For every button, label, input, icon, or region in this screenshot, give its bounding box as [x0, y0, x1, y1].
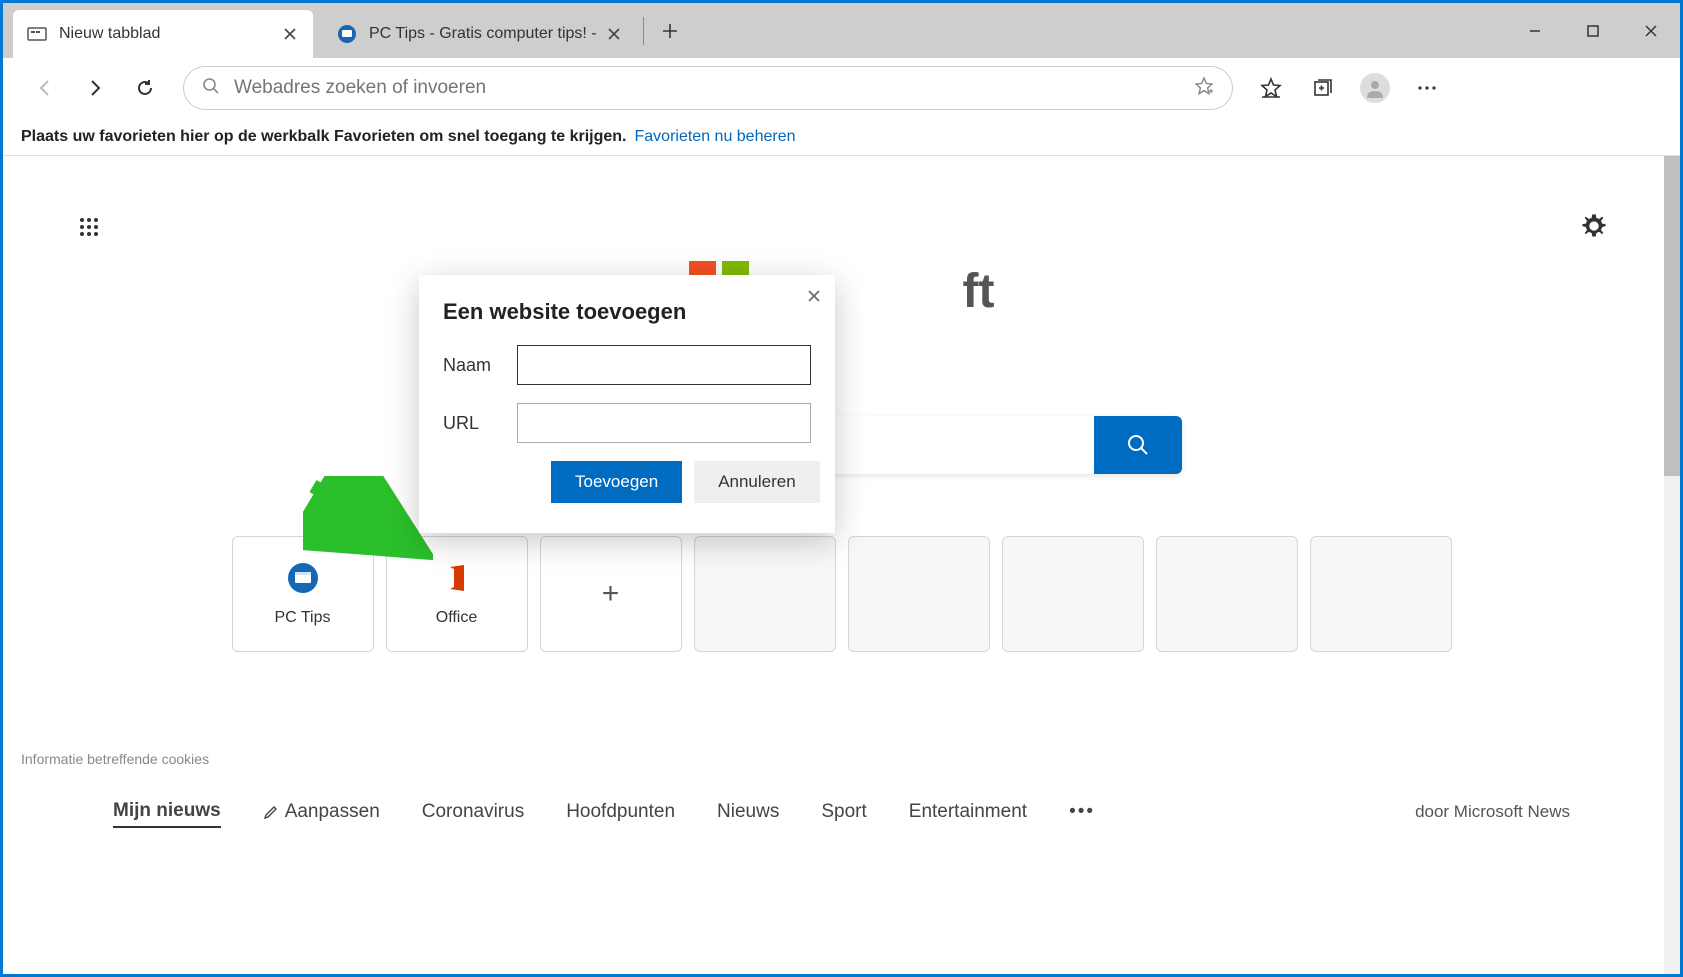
- tile-empty[interactable]: [1002, 536, 1144, 652]
- favorites-button[interactable]: [1249, 66, 1293, 110]
- add-button[interactable]: Toevoegen: [551, 461, 682, 503]
- news-tab-mijnnieuws[interactable]: Mijn nieuws: [113, 796, 221, 828]
- minimize-button[interactable]: [1506, 11, 1564, 51]
- new-tab-button[interactable]: [650, 11, 690, 51]
- tab-icon-newtab: [27, 24, 47, 44]
- navbar: [3, 58, 1680, 118]
- news-tab-coronavirus[interactable]: Coronavirus: [422, 797, 524, 827]
- tile-add-site[interactable]: +: [540, 536, 682, 652]
- news-tab-hoofdpunten[interactable]: Hoofdpunten: [566, 797, 675, 827]
- profile-button[interactable]: [1353, 66, 1397, 110]
- manage-favorites-link[interactable]: Favorieten nu beheren: [635, 128, 796, 146]
- tile-empty[interactable]: [1156, 536, 1298, 652]
- plus-icon: +: [602, 577, 620, 611]
- address-input[interactable]: [234, 77, 1194, 99]
- tab-title: PC Tips - Gratis computer tips! -: [369, 25, 597, 43]
- tab-newtab[interactable]: Nieuw tabblad: [13, 10, 313, 58]
- more-button[interactable]: [1405, 66, 1449, 110]
- favorites-bar: Plaats uw favorieten hier op de werkbalk…: [3, 118, 1680, 156]
- add-website-dialog: Een website toevoegen Naam URL Toevoegen…: [419, 275, 835, 533]
- collections-button[interactable]: [1301, 66, 1345, 110]
- settings-gear-button[interactable]: [1580, 212, 1610, 242]
- tile-pctips[interactable]: PC Tips: [232, 536, 374, 652]
- cancel-button[interactable]: Annuleren: [694, 461, 820, 503]
- url-label: URL: [443, 413, 517, 434]
- tab-close-icon[interactable]: [281, 25, 299, 43]
- news-nav: Mijn nieuws Aanpassen Coronavirus Hoofdp…: [3, 796, 1680, 828]
- scrollbar-track[interactable]: [1664, 156, 1680, 974]
- tile-office[interactable]: Office: [386, 536, 528, 652]
- name-label: Naam: [443, 355, 517, 376]
- newtab-content: ft PC Tips Office +: [3, 156, 1680, 974]
- tab-separator: [643, 17, 644, 45]
- tile-empty[interactable]: [694, 536, 836, 652]
- refresh-button[interactable]: [123, 66, 167, 110]
- news-tab-aanpassen[interactable]: Aanpassen: [263, 797, 380, 827]
- maximize-button[interactable]: [1564, 11, 1622, 51]
- dialog-title: Een website toevoegen: [443, 299, 811, 325]
- logo-text-fragment: ft: [963, 264, 995, 319]
- news-tab-entertainment[interactable]: Entertainment: [909, 797, 1027, 827]
- scrollbar-thumb[interactable]: [1664, 156, 1680, 476]
- news-tab-more[interactable]: •••: [1069, 797, 1095, 827]
- news-tab-sport[interactable]: Sport: [821, 797, 866, 827]
- newtab-search-button[interactable]: [1094, 416, 1182, 474]
- dialog-close-button[interactable]: [807, 289, 821, 308]
- tile-empty[interactable]: [1310, 536, 1452, 652]
- titlebar: Nieuw tabblad PC Tips - Gratis computer …: [3, 3, 1680, 58]
- quicklinks-tiles: PC Tips Office +: [232, 536, 1452, 652]
- favorites-message: Plaats uw favorieten hier op de werkbalk…: [21, 128, 627, 146]
- tab-title: Nieuw tabblad: [59, 25, 273, 43]
- window-controls: [1506, 11, 1680, 51]
- url-input[interactable]: [517, 403, 811, 443]
- apps-grid-button[interactable]: [78, 216, 102, 240]
- avatar-icon: [1360, 73, 1390, 103]
- name-input[interactable]: [517, 345, 811, 385]
- forward-button[interactable]: [73, 66, 117, 110]
- favorite-star-icon[interactable]: [1194, 76, 1214, 101]
- back-button[interactable]: [23, 66, 67, 110]
- tab-close-icon[interactable]: [605, 25, 623, 43]
- search-icon: [202, 77, 220, 100]
- tile-label: Office: [436, 609, 478, 627]
- tile-icon-office: [440, 561, 474, 595]
- tile-label: PC Tips: [274, 609, 330, 627]
- tab-pctips[interactable]: PC Tips - Gratis computer tips! -: [323, 10, 637, 58]
- tile-icon-pctips: [286, 561, 320, 595]
- news-tab-nieuws[interactable]: Nieuws: [717, 797, 779, 827]
- cookie-info-link[interactable]: Informatie betreffende cookies: [21, 751, 209, 767]
- tile-empty[interactable]: [848, 536, 990, 652]
- tab-icon-pctips: [337, 24, 357, 44]
- pencil-icon: [263, 804, 279, 820]
- news-attribution: door Microsoft News: [1415, 802, 1570, 822]
- close-window-button[interactable]: [1622, 11, 1680, 51]
- address-bar[interactable]: [183, 66, 1233, 110]
